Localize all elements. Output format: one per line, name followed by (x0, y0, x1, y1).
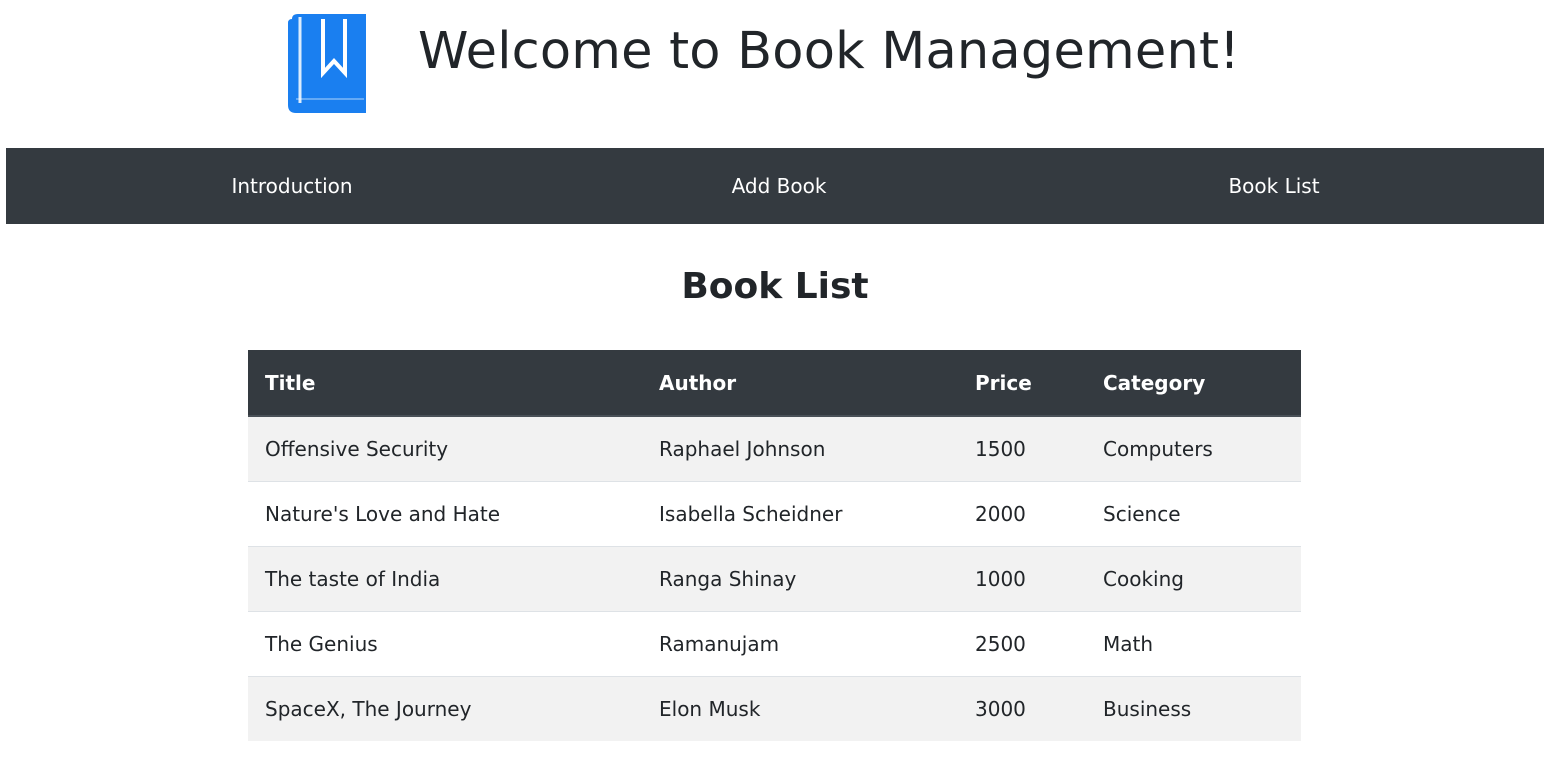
cell-author: Ranga Shinay (642, 545, 958, 611)
cell-title: The taste of India (248, 545, 642, 611)
table-row: SpaceX, The Journey Elon Musk 3000 Busin… (248, 675, 1301, 741)
table-row: The taste of India Ranga Shinay 1000 Coo… (248, 545, 1301, 611)
cell-title: SpaceX, The Journey (248, 675, 642, 741)
book-bookmark-icon (288, 14, 366, 113)
cell-title: The Genius (248, 610, 642, 676)
cell-category: Cooking (1086, 545, 1301, 611)
cell-author: Elon Musk (642, 675, 958, 741)
book-table: Title Author Price Category Offensive Se… (248, 350, 1301, 741)
cell-price: 1500 (958, 415, 1086, 481)
cell-price: 2000 (958, 480, 1086, 546)
cell-category: Math (1086, 610, 1301, 676)
cell-author: Ramanujam (642, 610, 958, 676)
column-header-title: Title (248, 350, 642, 417)
cell-category: Computers (1086, 415, 1301, 481)
column-header-author: Author (642, 350, 958, 417)
cell-category: Science (1086, 480, 1301, 546)
cell-category: Business (1086, 675, 1301, 741)
page-header: Welcome to Book Management! (0, 0, 1545, 140)
cell-author: Raphael Johnson (642, 415, 958, 481)
cell-title: Offensive Security (248, 415, 642, 481)
nav-link-book-list[interactable]: Book List (1228, 148, 1319, 224)
column-header-price: Price (958, 350, 1086, 417)
cell-price: 1000 (958, 545, 1086, 611)
site-title: Welcome to Book Management! (418, 22, 1240, 81)
cell-price: 2500 (958, 610, 1086, 676)
page-heading: Book List (681, 266, 869, 307)
table-row: The Genius Ramanujam 2500 Math (248, 610, 1301, 676)
table-row: Offensive Security Raphael Johnson 1500 … (248, 415, 1301, 481)
cell-author: Isabella Scheidner (642, 480, 958, 546)
cell-title: Nature's Love and Hate (248, 480, 642, 546)
table-row: Nature's Love and Hate Isabella Scheidne… (248, 480, 1301, 546)
nav-link-add-book[interactable]: Add Book (732, 148, 827, 224)
main-navbar: Introduction Add Book Book List (6, 148, 1544, 224)
nav-link-introduction[interactable]: Introduction (231, 148, 352, 224)
column-header-category: Category (1086, 350, 1301, 417)
cell-price: 3000 (958, 675, 1086, 741)
table-header-row: Title Author Price Category (248, 350, 1301, 417)
